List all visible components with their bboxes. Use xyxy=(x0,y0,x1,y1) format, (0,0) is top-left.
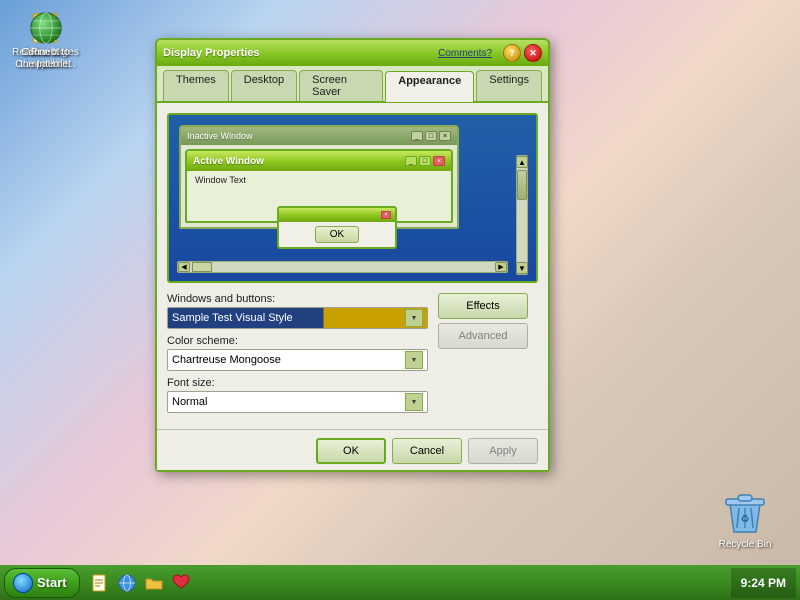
active-window-controls: _ □ × xyxy=(405,156,445,166)
dialog-body: Inactive Window _ □ × Active Window xyxy=(157,103,548,429)
preview-ok-button[interactable]: OK xyxy=(315,226,359,243)
active-window-label: Active Window xyxy=(193,156,264,167)
comments-link[interactable]: Comments? xyxy=(438,48,492,59)
help-button[interactable]: ? xyxy=(503,44,521,62)
preview-message-box: × OK xyxy=(277,206,397,249)
visual-style-arrow[interactable]: ▼ xyxy=(405,309,423,327)
start-label: Start xyxy=(37,575,67,590)
form-right: Effects Advanced xyxy=(438,293,538,349)
preview-inactive-titlebar: Inactive Window _ □ × xyxy=(181,127,457,145)
tab-appearance[interactable]: Appearance xyxy=(385,71,474,102)
inactive-window-label: Inactive Window xyxy=(187,131,253,141)
inactive-window-body: Active Window _ □ × Window Text xyxy=(181,145,457,227)
taskbar-middle xyxy=(84,571,731,595)
desktop: ? File a bug report xyxy=(0,0,800,600)
preview-active-titlebar: Active Window _ □ × xyxy=(187,151,451,171)
cancel-button[interactable]: Cancel xyxy=(392,438,462,464)
font-size-select[interactable]: Normal ▼ xyxy=(167,391,428,413)
color-scheme-value: Chartreuse Mongoose xyxy=(172,354,405,366)
visual-style-select[interactable]: Sample Test Visual Style ▼ xyxy=(167,307,428,329)
inactive-window-controls: _ □ × xyxy=(411,131,451,141)
sidebar-icons: ? File a bug report xyxy=(0,0,16,16)
msgbox-body: OK xyxy=(279,222,395,247)
scroll-up-icon[interactable]: ▲ xyxy=(516,156,528,168)
taskbar: Start xyxy=(0,565,800,600)
font-size-arrow[interactable]: ▼ xyxy=(405,393,423,411)
hscroll-left-icon[interactable]: ◀ xyxy=(178,262,190,272)
color-scheme-arrow[interactable]: ▼ xyxy=(405,351,423,369)
min-icon: _ xyxy=(405,156,417,166)
color-scheme-group: Color scheme: Chartreuse Mongoose ▼ xyxy=(167,335,428,371)
tab-desktop[interactable]: Desktop xyxy=(231,70,297,101)
connect-internet-label: Connect tothe Internet xyxy=(20,47,71,71)
sidebar-item-connect-internet[interactable]: Connect tothe Internet xyxy=(8,8,83,75)
msgbox-close-icon: × xyxy=(381,211,391,219)
start-button[interactable]: Start xyxy=(4,568,80,598)
recycle-bin-label: Recycle Bin xyxy=(719,539,772,550)
hscroll-thumb[interactable] xyxy=(192,262,212,272)
window-text-label: Window Text xyxy=(195,175,246,185)
apply-button[interactable]: Apply xyxy=(468,438,538,464)
font-size-value: Normal xyxy=(172,396,405,408)
color-scheme-label: Color scheme: xyxy=(167,335,428,347)
max-icon: □ xyxy=(419,156,431,166)
msgbox-titlebar: × xyxy=(279,208,395,222)
display-properties-dialog: Display Properties Comments? ? ✕ Themes … xyxy=(155,38,550,472)
close-icon: × xyxy=(439,131,451,141)
color-scheme-select[interactable]: Chartreuse Mongoose ▼ xyxy=(167,349,428,371)
quicklaunch-document-icon[interactable] xyxy=(88,571,112,595)
font-size-label: Font size: xyxy=(167,377,428,389)
connect-internet-icon xyxy=(30,12,62,44)
quicklaunch-globe-icon[interactable] xyxy=(115,571,139,595)
dialog-titlebar: Display Properties Comments? ? ✕ xyxy=(157,40,548,66)
tab-screensaver[interactable]: Screen Saver xyxy=(299,70,383,101)
preview-area: Inactive Window _ □ × Active Window xyxy=(167,113,538,283)
preview-hscrollbar[interactable]: ◀ ▶ xyxy=(177,261,508,273)
maximize-icon: □ xyxy=(425,131,437,141)
minimize-icon: _ xyxy=(411,131,423,141)
form-left: Windows and buttons: Sample Test Visual … xyxy=(167,293,428,419)
dialog-actions: OK Cancel Apply xyxy=(157,429,548,470)
advanced-button[interactable]: Advanced xyxy=(438,323,528,349)
close-button[interactable]: ✕ xyxy=(524,44,542,62)
tab-settings[interactable]: Settings xyxy=(476,70,542,101)
windows-buttons-label: Windows and buttons: xyxy=(167,293,428,305)
scroll-thumb[interactable] xyxy=(517,170,527,200)
form-controls: Windows and buttons: Sample Test Visual … xyxy=(167,293,538,419)
quicklaunch-folder-icon[interactable] xyxy=(142,571,166,595)
quicklaunch-heart-icon[interactable] xyxy=(169,571,193,595)
windows-buttons-group: Windows and buttons: Sample Test Visual … xyxy=(167,293,428,329)
cls-icon: × xyxy=(433,156,445,166)
ok-button[interactable]: OK xyxy=(316,438,386,464)
effects-button[interactable]: Effects xyxy=(438,293,528,319)
visual-style-value: Sample Test Visual Style xyxy=(172,312,405,324)
dialog-controls: Comments? ? ✕ xyxy=(438,44,542,62)
font-size-group: Font size: Normal ▼ xyxy=(167,377,428,413)
preview-inactive-window: Inactive Window _ □ × Active Window xyxy=(179,125,459,229)
svg-text:♻: ♻ xyxy=(741,514,750,525)
start-orb-icon xyxy=(13,573,33,593)
dialog-title: Display Properties xyxy=(163,47,260,59)
preview-scrollbar[interactable]: ▲ ▼ xyxy=(516,155,528,275)
tab-bar: Themes Desktop Screen Saver Appearance S… xyxy=(157,66,548,103)
taskbar-time: 9:24 PM xyxy=(731,568,796,598)
preview-active-window: Active Window _ □ × Window Text xyxy=(185,149,453,223)
recycle-bin-icon: ♻ xyxy=(720,486,770,536)
active-window-body: Window Text × OK xyxy=(187,171,451,221)
hscroll-right-icon[interactable]: ▶ xyxy=(495,262,507,272)
tab-themes[interactable]: Themes xyxy=(163,70,229,101)
scroll-down-icon[interactable]: ▼ xyxy=(516,262,528,274)
recycle-bin[interactable]: ♻ Recycle Bin xyxy=(710,486,780,550)
